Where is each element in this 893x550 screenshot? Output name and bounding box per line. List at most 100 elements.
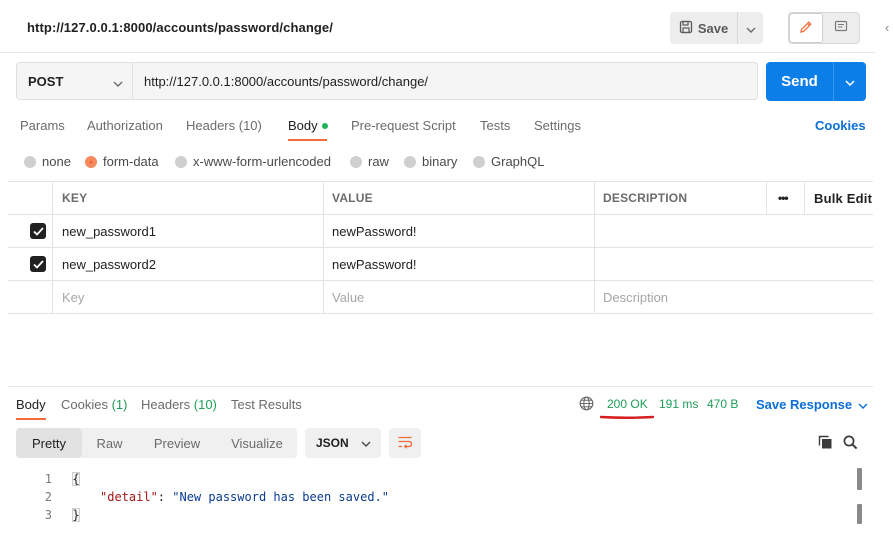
tab-headers[interactable]: Headers (10) [186,118,262,133]
chevron-left-icon[interactable]: ‹ [885,20,889,35]
row-checkbox[interactable] [8,248,52,280]
radio-graphql[interactable]: GraphQL [473,154,544,169]
status-badge[interactable]: 200 OK [607,397,648,411]
save-group: Save [670,12,763,44]
json-separator: : [157,490,173,504]
cookies-link[interactable]: Cookies [815,118,866,133]
radio-circle [24,155,36,168]
radio-urlencoded[interactable]: x-www-form-urlencoded [175,154,331,169]
save-icon [679,20,693,37]
tab-prerequest-script[interactable]: Pre-request Script [351,118,456,133]
response-tab-test-results[interactable]: Test Results [231,397,302,412]
radio-form-data[interactable]: form-data [85,154,159,169]
tab-count: (10) [193,397,217,412]
chevron-down-icon [858,397,868,412]
key-cell[interactable]: new_password1 [52,215,323,247]
value-input[interactable]: Value [323,281,595,313]
method-value: POST [28,73,64,89]
copy-icon[interactable] [818,435,833,453]
code-line: "detail": "New password has been saved." [100,490,389,504]
globe-icon[interactable] [579,396,594,414]
wrap-lines-button[interactable] [389,428,421,458]
checkbox-checked-icon [30,223,46,239]
chevron-down-icon [845,74,855,89]
save-response-button[interactable]: Save Response [756,397,868,412]
close-brace: } [72,508,80,522]
description-input[interactable]: Description [594,281,873,313]
response-size[interactable]: 470 B [707,397,738,411]
row-checkbox-empty [8,281,52,313]
radio-circle [350,155,362,168]
radio-label: raw [368,154,389,169]
language-value: JSON [316,436,349,450]
view-pretty-button[interactable]: Pretty [16,428,82,458]
value-cell[interactable]: newPassword! [323,248,595,280]
active-tab-indicator [16,418,46,420]
save-button[interactable]: Save [670,12,738,44]
json-key: "detail" [100,490,158,504]
search-icon[interactable] [843,435,858,453]
tab-count: (1) [111,397,128,412]
key-input[interactable]: Key [52,281,323,313]
chevron-down-icon [361,436,371,450]
tab-authorization[interactable]: Authorization [87,118,163,133]
table-row: new_password2 newPassword! [8,248,873,281]
value-cell[interactable]: newPassword! [323,215,595,247]
save-options-button[interactable] [738,12,763,44]
view-visualize-button[interactable]: Visualize [217,428,297,458]
method-select[interactable]: POST [16,62,132,100]
line-number: 1 [44,472,52,486]
response-tab-headers[interactable]: Headers (10) [141,397,217,412]
tab-settings[interactable]: Settings [534,118,581,133]
pane-resize-divider[interactable] [8,314,873,387]
column-description: DESCRIPTION [594,182,766,214]
tab-tests[interactable]: Tests [480,118,510,133]
bulk-edit-button[interactable]: Bulk Edit [804,182,873,214]
url-input[interactable]: http://127.0.0.1:8000/accounts/password/… [132,62,758,100]
radio-circle [473,155,485,168]
radio-none[interactable]: none [24,154,71,169]
radio-label: x-www-form-urlencoded [193,154,331,169]
response-time[interactable]: 191 ms [659,397,698,411]
chevron-down-icon [113,75,123,90]
response-tab-cookies[interactable]: Cookies (1) [61,397,127,412]
documentation-button[interactable] [823,13,859,43]
divider [0,52,875,53]
body-indicator-dot [321,122,328,129]
row-checkbox[interactable] [8,215,52,247]
open-brace: { [72,472,80,486]
comment-icon [834,20,848,37]
send-options-button[interactable] [834,62,866,101]
checkbox-checked-icon [30,256,46,272]
view-raw-button[interactable]: Raw [82,428,137,458]
view-mode-toggle [788,12,860,44]
radio-binary[interactable]: binary [404,154,457,169]
send-group: Send [766,62,866,101]
json-value: "New password has been saved." [172,490,389,504]
form-data-table: KEY VALUE DESCRIPTION ••• Bulk Edit new_… [8,181,873,314]
wrap-lines-icon [397,435,413,452]
line-number: 2 [44,490,52,504]
description-cell[interactable] [594,248,873,280]
radio-label: GraphQL [491,154,545,169]
radio-label: binary [422,154,458,169]
key-cell[interactable]: new_password2 [52,248,323,280]
radio-raw[interactable]: raw [350,154,389,169]
send-button[interactable]: Send [766,62,834,101]
tab-body[interactable]: Body [288,118,328,133]
scrollbar-thumb[interactable] [857,504,862,524]
view-preview-button[interactable]: Preview [137,428,217,458]
save-label: Save [697,20,729,36]
edit-mode-button[interactable] [789,13,823,43]
tab-params[interactable]: Params [20,118,65,133]
response-view-switcher: Pretty Raw Preview Visualize [16,428,297,458]
response-tab-body[interactable]: Body [16,397,46,412]
active-tab-indicator [288,139,327,141]
description-cell[interactable] [594,215,873,247]
language-select[interactable]: JSON [305,428,381,458]
tab-body-label: Body [288,118,318,133]
line-number: 3 [44,508,52,522]
more-options-button[interactable]: ••• [766,182,804,214]
scrollbar-thumb[interactable] [857,468,862,490]
radio-circle [175,155,187,168]
